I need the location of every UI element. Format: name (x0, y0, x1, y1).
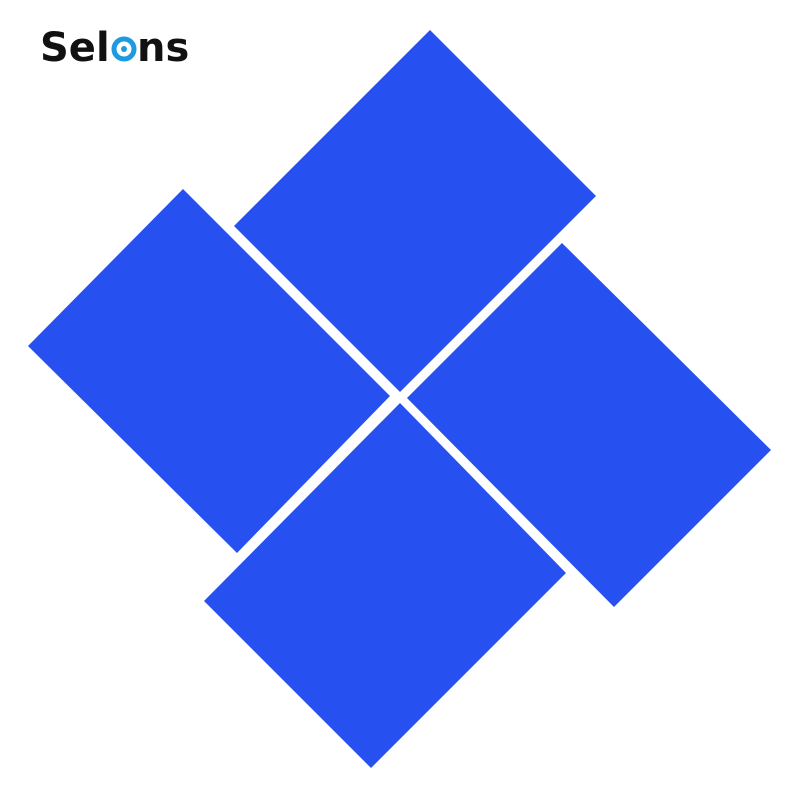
product-photo: Sel ns (0, 0, 800, 800)
panel-arrangement (28, 30, 771, 768)
